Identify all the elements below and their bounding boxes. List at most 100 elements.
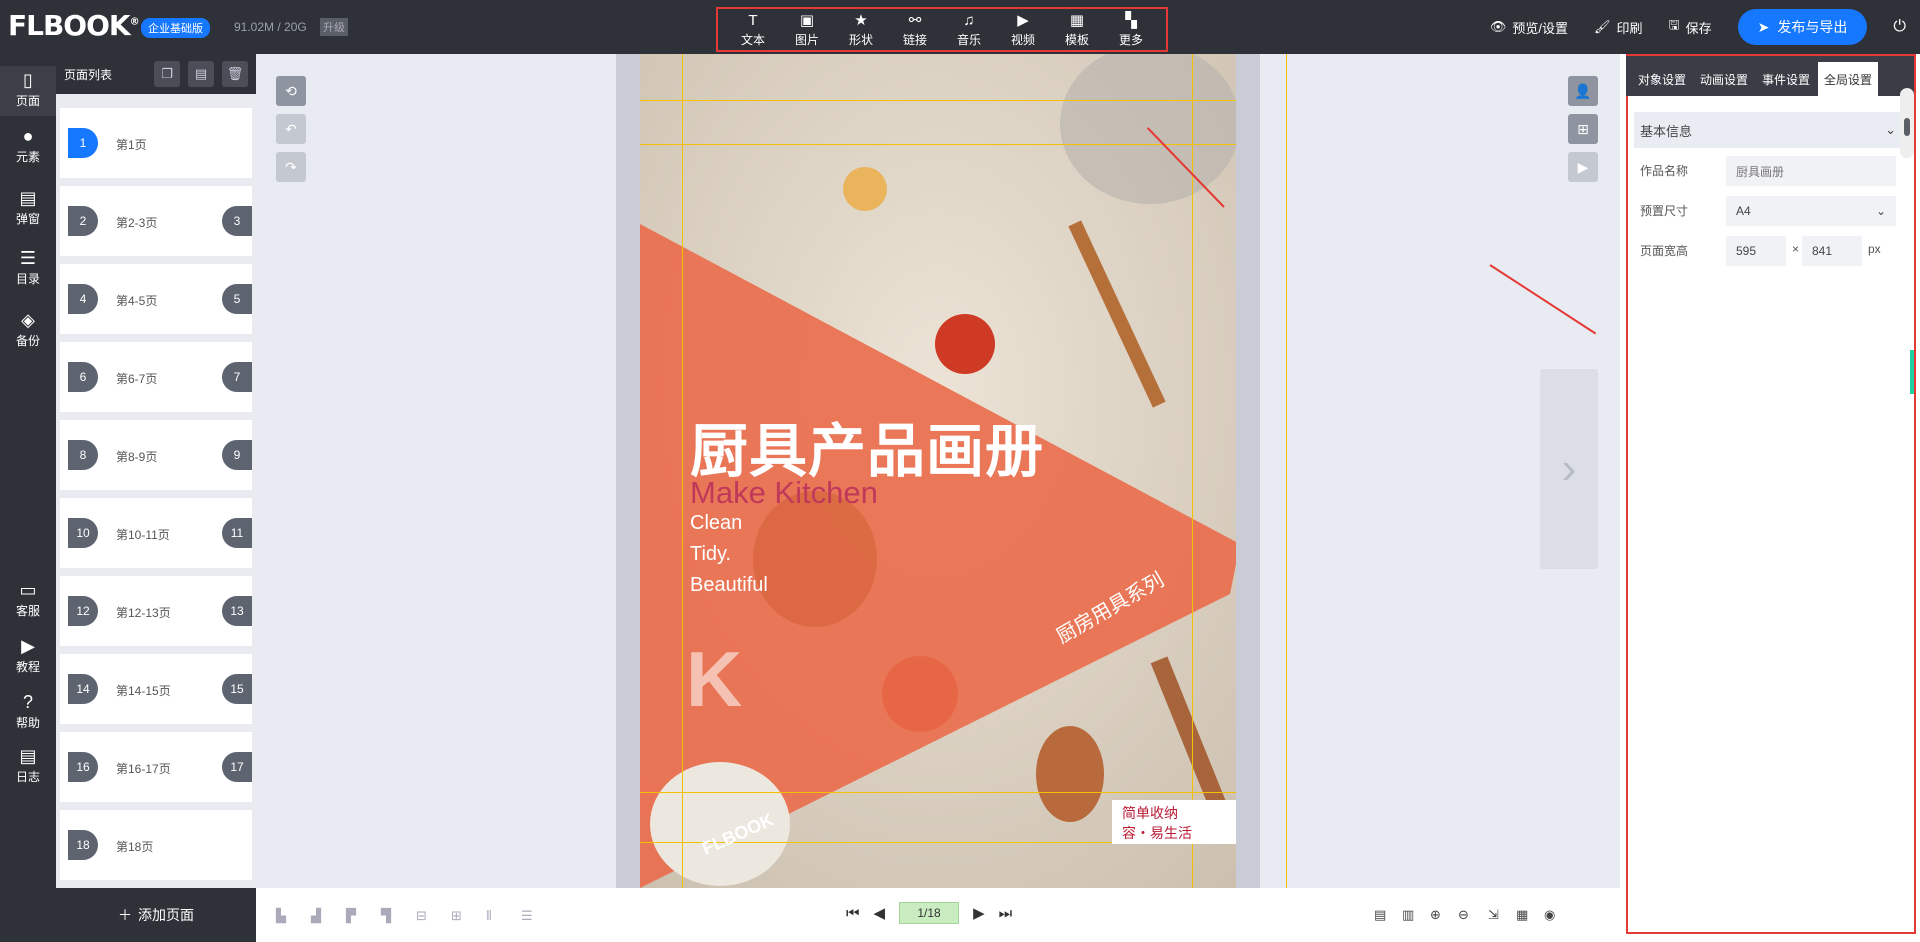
text-tool-button[interactable]: T 文本 xyxy=(731,12,775,48)
page-indicator[interactable]: 1/18 xyxy=(899,902,960,924)
play-icon[interactable]: ▶ xyxy=(1568,152,1598,182)
save-button[interactable]: 🖫 保存 xyxy=(1669,16,1712,38)
edition-badge: 企业基础版 xyxy=(141,18,210,38)
flipbook-page[interactable]: 厨具产品画册 Make Kitchen Clean Tidy. Beautifu… xyxy=(640,54,1236,888)
word-text[interactable]: Beautiful xyxy=(690,574,768,597)
page-label: 第8-9页 xyxy=(116,450,158,464)
page-thumbnail[interactable]: 6 第6-7页 7 xyxy=(60,342,252,412)
align-top-icon[interactable]: ▛ xyxy=(346,908,356,924)
panel-scrollbar[interactable] xyxy=(1900,88,1914,158)
page-number: 1 xyxy=(68,128,98,158)
delete-page-icon[interactable]: 🗑 xyxy=(222,61,248,87)
nav-log[interactable]: ▤ 日志 xyxy=(0,742,56,792)
copy-page-icon[interactable]: ❐ xyxy=(154,61,180,87)
top-bar: FLBOOK® 企业基础版 91.02M / 20G 升级 T 文本 ▣ 图片 ★ 形状 ⚯… xyxy=(0,0,1920,54)
page-thumbnail[interactable]: 12 第12-13页 13 xyxy=(60,576,252,646)
page-number: 9 xyxy=(222,440,252,470)
link-tool-button[interactable]: ⚯ 链接 xyxy=(893,12,937,48)
page-label: 第1页 xyxy=(116,138,147,152)
star-icon: ★ xyxy=(854,11,868,29)
single-page-icon[interactable]: ▤ xyxy=(1374,907,1386,923)
top-right-actions: 👁 预览/设置 🖌 印刷 🖫 保存 ➤ 发布与导出 ⏻ xyxy=(1490,0,1920,54)
align-middle-icon[interactable]: ⊞ xyxy=(451,908,462,924)
width-input[interactable]: 595 xyxy=(1726,236,1786,266)
last-page-icon[interactable]: ⏭ xyxy=(999,905,1013,922)
settings-tab[interactable]: 全局设置 xyxy=(1818,62,1879,96)
preview-settings-button[interactable]: 👁 预览/设置 xyxy=(1490,18,1568,37)
page-thumbnail[interactable]: 4 第4-5页 5 xyxy=(60,264,252,334)
page-thumbnail[interactable]: 2 第2-3页 3 xyxy=(60,186,252,256)
nav-support[interactable]: ▭ 客服 xyxy=(0,576,56,626)
print-button[interactable]: 🖌 印刷 xyxy=(1594,18,1643,37)
first-page-icon[interactable]: ⏮ xyxy=(846,905,860,922)
page-thumbnail[interactable]: 16 第16-17页 17 xyxy=(60,732,252,802)
template-tool-button[interactable]: ▦ 模板 xyxy=(1055,12,1099,48)
publish-export-button[interactable]: ➤ 发布与导出 xyxy=(1737,9,1868,45)
fit-icon[interactable]: ⇲ xyxy=(1488,907,1499,923)
add-user-icon[interactable]: 👤 xyxy=(1568,76,1598,106)
video-tool-button[interactable]: ▶ 视频 xyxy=(1001,12,1045,48)
note-box[interactable]: 简单收纳 容・易生活 xyxy=(1112,800,1236,844)
add-page-button[interactable]: ＋添加页面 xyxy=(56,888,256,942)
grid-icon[interactable]: ▦ xyxy=(1516,907,1528,923)
align-left-icon[interactable]: ▙ xyxy=(276,908,286,924)
star-tool-button[interactable]: ★ 形状 xyxy=(839,12,883,48)
duplicate-page-icon[interactable]: ▤ xyxy=(188,61,214,87)
insert-toolbar: T 文本 ▣ 图片 ★ 形状 ⚯ 链接 ♫ 音乐 ▶ 视频 ▦ 模板 ▚ 更多 xyxy=(716,7,1168,52)
nav-help[interactable]: ? 帮助 xyxy=(0,688,56,738)
size-select[interactable]: A4 ⌄ xyxy=(1726,196,1896,226)
subtitle-text[interactable]: Make Kitchen xyxy=(690,475,878,511)
nav-tutorial[interactable]: ▶ 教程 xyxy=(0,632,56,682)
settings-tab[interactable]: 动画设置 xyxy=(1694,62,1754,96)
nav-backup[interactable]: ◈ 备份 xyxy=(0,306,56,356)
settings-tab[interactable]: 对象设置 xyxy=(1632,62,1692,96)
page-thumbnail[interactable]: 1 第1页 xyxy=(60,108,252,178)
page-thumbnail[interactable]: 18 第18页 xyxy=(60,810,252,880)
word-text[interactable]: Tidy. xyxy=(690,543,731,566)
align-bottom-icon[interactable]: ▜ xyxy=(381,908,391,924)
redo-icon[interactable]: ↷ xyxy=(276,152,306,182)
dimension-label: 页面宽高 xyxy=(1640,244,1689,258)
align-center-icon[interactable]: ⊟ xyxy=(416,908,427,924)
guide-line xyxy=(640,100,1236,101)
more-tool-button[interactable]: ▚ 更多 xyxy=(1109,12,1153,48)
page-thumbnail[interactable]: 8 第8-9页 9 xyxy=(60,420,252,490)
distribute-h-icon[interactable]: ⦀ xyxy=(486,908,492,924)
history-icon[interactable]: ⟲ xyxy=(276,76,306,106)
guide-line xyxy=(682,54,683,888)
nav-catalog[interactable]: ☰ 目录 xyxy=(0,244,56,294)
nav-elements[interactable]: ● 元素 xyxy=(0,122,56,172)
page-thumbnail[interactable]: 10 第10-11页 11 xyxy=(60,498,252,568)
next-page-icon[interactable]: ▶ xyxy=(973,904,985,922)
next-page-arrow[interactable]: › xyxy=(1540,369,1598,569)
distribute-v-icon[interactable]: ☰ xyxy=(521,908,533,924)
add-layer-icon[interactable]: ⊞ xyxy=(1568,114,1598,144)
page-icon: ▯ xyxy=(23,70,33,90)
double-page-icon[interactable]: ▥ xyxy=(1402,907,1414,923)
page-label: 第6-7页 xyxy=(116,372,158,386)
undo-icon[interactable]: ↶ xyxy=(276,114,306,144)
zoom-out-icon[interactable]: ⊖ xyxy=(1458,907,1469,923)
zoom-in-icon[interactable]: ⊕ xyxy=(1430,907,1441,923)
settings-icon[interactable]: ◉ xyxy=(1544,907,1555,923)
image-tool-button[interactable]: ▣ 图片 xyxy=(785,12,829,48)
nav-popup[interactable]: ▤ 弹窗 xyxy=(0,184,56,234)
basic-info-section[interactable]: 基本信息 ⌄ xyxy=(1634,112,1902,148)
align-right-icon[interactable]: ▟ xyxy=(311,908,321,924)
page-number: 6 xyxy=(68,362,98,392)
power-icon[interactable]: ⏻ xyxy=(1893,18,1906,36)
music-tool-button[interactable]: ♫ 音乐 xyxy=(947,12,991,48)
page-label: 第4-5页 xyxy=(116,294,158,308)
log-icon: ▤ xyxy=(19,746,37,766)
word-text[interactable]: Clean xyxy=(690,512,742,535)
height-input[interactable]: 841 xyxy=(1802,236,1862,266)
prev-page-icon[interactable]: ◀ xyxy=(874,904,886,922)
nav-page[interactable]: ▯ 页面 xyxy=(0,66,56,116)
settings-tab[interactable]: 事件设置 xyxy=(1756,62,1816,96)
floppy-icon: 🖫 xyxy=(1668,17,1680,32)
work-name-input[interactable]: 厨具画册 xyxy=(1726,156,1896,186)
page-thumbnail[interactable]: 14 第14-15页 15 xyxy=(60,654,252,724)
upgrade-button[interactable]: 升级 xyxy=(320,18,348,36)
decor-letter[interactable]: K xyxy=(686,634,742,725)
app-logo[interactable]: FLBOOK® xyxy=(8,9,140,42)
